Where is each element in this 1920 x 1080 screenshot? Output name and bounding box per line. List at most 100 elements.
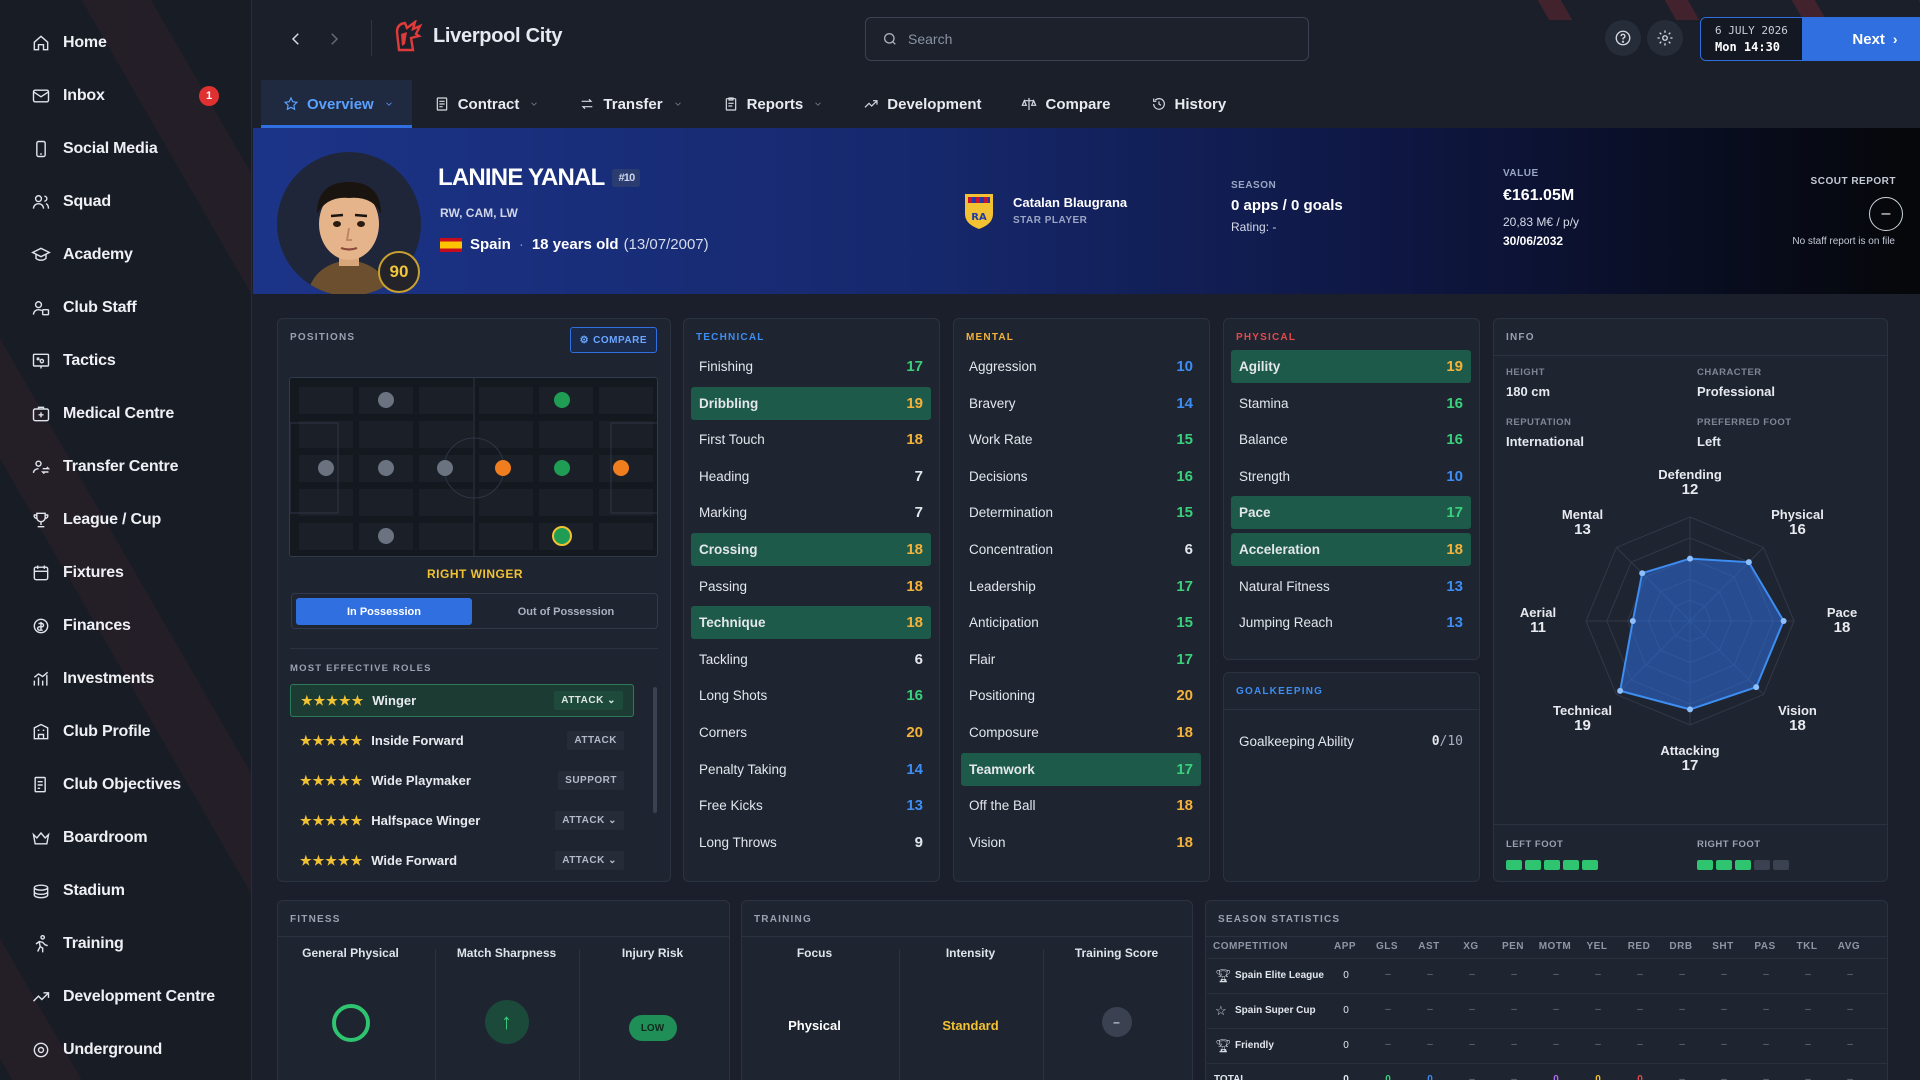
- column-header[interactable]: SHT: [1703, 941, 1743, 952]
- attr-row-concentration[interactable]: Concentration 6: [961, 533, 1201, 566]
- search-input[interactable]: Search: [908, 31, 952, 47]
- attr-row-acceleration[interactable]: Acceleration 18: [1231, 533, 1471, 566]
- column-header[interactable]: APP: [1325, 941, 1365, 952]
- table-row[interactable]: 🏆︎ Friendly 0 – – – – – – – – – – – –: [1207, 1028, 1887, 1062]
- column-header[interactable]: DRB: [1661, 941, 1701, 952]
- attr-row-penalty-taking[interactable]: Penalty Taking 14: [691, 753, 931, 786]
- attr-row-passing[interactable]: Passing 18: [691, 570, 931, 603]
- attr-row-long-throws[interactable]: Long Throws 9: [691, 826, 931, 859]
- role-item[interactable]: ★★★★★ Wide Forward ATTACK ⌄: [290, 844, 634, 877]
- attr-row-technique[interactable]: Technique 18: [691, 606, 931, 640]
- position-marker[interactable]: [378, 460, 394, 476]
- attr-row-natural-fitness[interactable]: Natural Fitness 13: [1231, 570, 1471, 603]
- column-header[interactable]: YEL: [1577, 941, 1617, 952]
- table-row[interactable]: ☆ Spain Super Cup 0 – – – – – – – – – – – –: [1207, 993, 1887, 1027]
- player-club[interactable]: RA Catalan Blaugrana STAR PLAYER: [963, 190, 1127, 230]
- tab-overview[interactable]: Overview: [261, 80, 412, 128]
- sidebar-item-finances[interactable]: Finances: [0, 599, 251, 652]
- attr-row-first-touch[interactable]: First Touch 18: [691, 423, 931, 456]
- position-marker[interactable]: [613, 460, 629, 476]
- attr-row-jumping-reach[interactable]: Jumping Reach 13: [1231, 606, 1471, 639]
- role-item[interactable]: ★★★★★ Inside Forward ATTACK: [290, 724, 634, 757]
- role-item[interactable]: ★★★★★ Halfspace Winger ATTACK ⌄: [290, 804, 634, 837]
- sidebar-item-club-staff[interactable]: Club Staff: [0, 281, 251, 334]
- attr-row-corners[interactable]: Corners 20: [691, 716, 931, 749]
- sidebar-item-stadium[interactable]: Stadium: [0, 864, 251, 917]
- attr-row-leadership[interactable]: Leadership 17: [961, 570, 1201, 603]
- attr-row-heading[interactable]: Heading 7: [691, 460, 931, 493]
- attr-row-work-rate[interactable]: Work Rate 15: [961, 423, 1201, 456]
- position-marker[interactable]: [318, 460, 334, 476]
- back-arrow-icon[interactable]: [287, 30, 305, 48]
- attr-row-stamina[interactable]: Stamina 16: [1231, 387, 1471, 420]
- column-header[interactable]: PEN: [1493, 941, 1533, 952]
- attr-row-long-shots[interactable]: Long Shots 16: [691, 679, 931, 712]
- attr-row-finishing[interactable]: Finishing 17: [691, 350, 931, 383]
- attr-row-dribbling[interactable]: Dribbling 19: [691, 386, 931, 420]
- attr-row-pace[interactable]: Pace 17: [1231, 496, 1471, 530]
- sidebar-item-investments[interactable]: Investments: [0, 652, 251, 705]
- sidebar-item-tactics[interactable]: Tactics: [0, 334, 251, 387]
- attr-row-free-kicks[interactable]: Free Kicks 13: [691, 789, 931, 822]
- attr-row-crossing[interactable]: Crossing 18: [691, 533, 931, 566]
- sidebar-item-home[interactable]: Home: [0, 16, 251, 69]
- chevron-down-icon[interactable]: [813, 99, 823, 109]
- attr-row-tackling[interactable]: Tackling 6: [691, 643, 931, 676]
- tab-reports[interactable]: Reports: [701, 80, 842, 128]
- sidebar-item-social-media[interactable]: Social Media: [0, 122, 251, 175]
- position-marker[interactable]: [378, 528, 394, 544]
- compare-button[interactable]: ⚙ COMPARE: [569, 327, 657, 353]
- tab-history[interactable]: History: [1129, 80, 1245, 128]
- sidebar-item-inbox[interactable]: Inbox 1: [0, 69, 251, 122]
- club-header[interactable]: Liverpool City: [393, 20, 562, 52]
- column-header[interactable]: TKL: [1787, 941, 1827, 952]
- help-button[interactable]: [1605, 20, 1641, 56]
- attr-row-determination[interactable]: Determination 15: [961, 496, 1201, 529]
- attr-row-aggression[interactable]: Aggression 10: [961, 350, 1201, 383]
- chevron-down-icon[interactable]: [529, 99, 539, 109]
- sidebar-item-fixtures[interactable]: Fixtures: [0, 546, 251, 599]
- tab-development[interactable]: Development: [841, 80, 999, 128]
- out-possession-tab[interactable]: Out of Possession: [478, 598, 654, 625]
- column-header[interactable]: MOTM: [1535, 941, 1575, 952]
- attr-row-anticipation[interactable]: Anticipation 15: [961, 606, 1201, 639]
- sidebar-item-boardroom[interactable]: Boardroom: [0, 811, 251, 864]
- sidebar-item-squad[interactable]: Squad: [0, 175, 251, 228]
- sidebar-item-academy[interactable]: Academy: [0, 228, 251, 281]
- chevron-down-icon[interactable]: [673, 99, 683, 109]
- role-duty-tag[interactable]: ATTACK ⌄: [555, 851, 624, 870]
- position-marker[interactable]: [554, 392, 570, 408]
- attr-row-composure[interactable]: Composure 18: [961, 716, 1201, 749]
- attr-row-bravery[interactable]: Bravery 14: [961, 387, 1201, 420]
- position-marker[interactable]: [378, 392, 394, 408]
- position-marker[interactable]: [554, 460, 570, 476]
- attr-row-strength[interactable]: Strength 10: [1231, 460, 1471, 493]
- chevron-down-icon[interactable]: [384, 99, 394, 109]
- sidebar-item-transfer-centre[interactable]: Transfer Centre: [0, 440, 251, 493]
- forward-arrow-icon[interactable]: [325, 30, 343, 48]
- column-header[interactable]: PAS: [1745, 941, 1785, 952]
- sidebar-item-club-profile[interactable]: Club Profile: [0, 705, 251, 758]
- scout-report-button[interactable]: –: [1869, 197, 1903, 231]
- roles-scrollbar[interactable]: [653, 687, 657, 813]
- role-item[interactable]: ★★★★★ Winger ATTACK ⌄: [290, 684, 634, 717]
- column-header[interactable]: GLS: [1367, 941, 1407, 952]
- tab-transfer[interactable]: Transfer: [557, 80, 700, 128]
- attr-row-vision[interactable]: Vision 18: [961, 826, 1201, 859]
- column-header[interactable]: XG: [1451, 941, 1491, 952]
- tab-contract[interactable]: Contract: [412, 80, 558, 128]
- attr-row-teamwork[interactable]: Teamwork 17: [961, 752, 1201, 786]
- next-button[interactable]: Next ›: [1802, 18, 1920, 60]
- column-header[interactable]: COMPETITION: [1213, 941, 1288, 952]
- table-row[interactable]: 🏆︎ Spain Elite League 0 – – – – – – – – – – – –: [1207, 958, 1887, 992]
- attr-row-marking[interactable]: Marking 7: [691, 496, 931, 529]
- column-header[interactable]: AST: [1409, 941, 1449, 952]
- in-possession-tab[interactable]: In Possession: [296, 598, 472, 625]
- column-header[interactable]: AVG: [1829, 941, 1869, 952]
- role-duty-tag[interactable]: ATTACK ⌄: [554, 691, 623, 710]
- position-marker[interactable]: [437, 460, 453, 476]
- role-duty-tag[interactable]: ATTACK ⌄: [555, 811, 624, 830]
- settings-button[interactable]: [1647, 20, 1683, 56]
- attr-row-off-the-ball[interactable]: Off the Ball 18: [961, 789, 1201, 822]
- role-item[interactable]: ★★★★★ Wide Playmaker SUPPORT: [290, 764, 634, 797]
